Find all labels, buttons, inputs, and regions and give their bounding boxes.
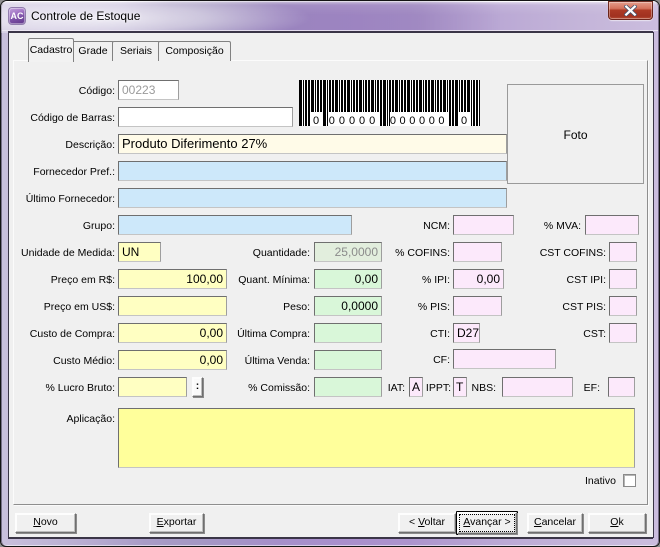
svg-text:00000: 00000 (329, 115, 380, 126)
svg-text:0: 0 (461, 115, 467, 126)
svg-text:0: 0 (313, 115, 319, 126)
svg-text:000000: 000000 (390, 115, 448, 126)
